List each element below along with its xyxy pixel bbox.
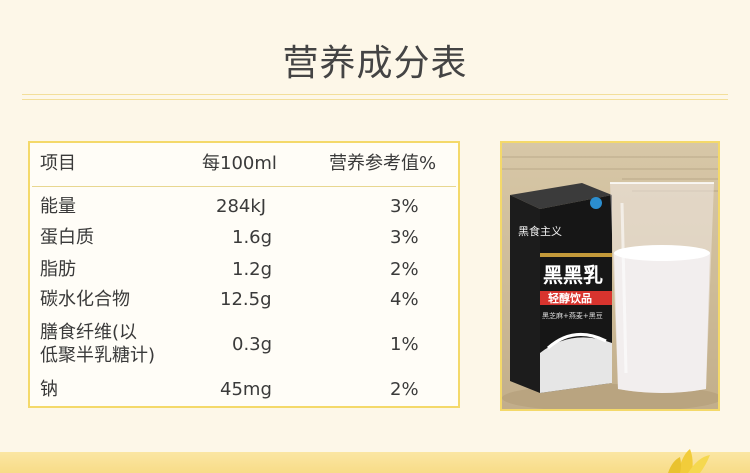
- row-protein-nrv: 3%: [390, 227, 419, 248]
- row-carbohydrate-item: 碳水化合物: [40, 289, 130, 310]
- row-sodium-per100: 45mg: [220, 379, 272, 400]
- header-per100ml: 每100ml: [202, 153, 277, 174]
- row-fiber-item-line1: 膳食纤维(以: [40, 322, 138, 343]
- title-divider-secondary: [22, 99, 728, 100]
- row-fiber-nrv: 1%: [390, 334, 419, 355]
- page-title: 营养成分表: [282, 43, 468, 84]
- row-protein-item: 蛋白质: [40, 227, 94, 248]
- row-fat-nrv: 2%: [390, 259, 419, 280]
- row-energy-nrv: 3%: [390, 196, 419, 217]
- row-energy-per100: 284kJ: [216, 196, 267, 217]
- row-carbohydrate-nrv: 4%: [390, 289, 419, 310]
- milk-glass: [610, 182, 714, 393]
- row-energy-item: 能量: [40, 196, 76, 217]
- row-fiber-per100: 0.3g: [232, 334, 273, 355]
- product-photo: 黑食主义 黑黑乳 轻醇饮品 黑芝麻+燕麦+黑豆: [500, 141, 720, 411]
- row-sodium-item: 钠: [40, 379, 58, 400]
- milk-carton: 黑食主义 黑黑乳 轻醇饮品 黑芝麻+燕麦+黑豆: [510, 183, 612, 393]
- row-fiber-item-line2: 低聚半乳糖计): [40, 345, 156, 366]
- header-item: 项目: [40, 153, 76, 174]
- header-separator: [32, 186, 456, 187]
- nutrition-table: 项目 每100ml 营养参考值% 能量 284kJ 3% 蛋白质 1.6g 3%…: [28, 141, 460, 408]
- carton-badge: 轻醇饮品: [548, 291, 592, 305]
- row-fat-per100: 1.2g: [232, 259, 273, 280]
- row-carbohydrate-per100: 12.5g: [220, 289, 272, 310]
- header-nrv: 营养参考值%: [329, 153, 437, 174]
- product-illustration: 黑食主义 黑黑乳 轻醇饮品 黑芝麻+燕麦+黑豆: [502, 156, 718, 409]
- carton-tagline: 黑芝麻+燕麦+黑豆: [542, 311, 603, 320]
- decorative-leaf-icon: [668, 449, 710, 473]
- carton-product-name: 黑黑乳: [543, 263, 603, 287]
- bottom-band: [0, 452, 750, 473]
- row-protein-per100: 1.6g: [232, 227, 273, 248]
- carton-brand-text: 黑食主义: [518, 224, 562, 238]
- row-fat-item: 脂肪: [40, 259, 76, 280]
- row-sodium-nrv: 2%: [390, 379, 419, 400]
- title-divider: [22, 94, 728, 95]
